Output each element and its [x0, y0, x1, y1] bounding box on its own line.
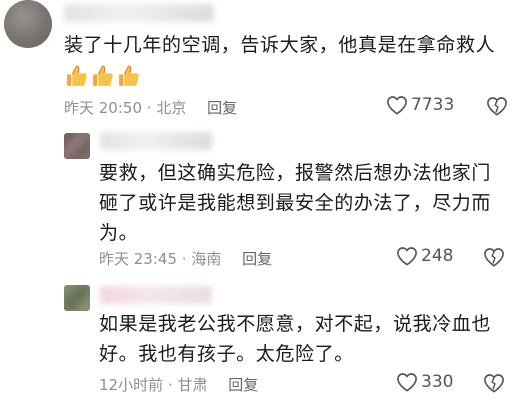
location: 甘肃 [177, 376, 208, 394]
like-count: 330 [421, 372, 454, 392]
like-button[interactable]: 330 [396, 372, 453, 392]
reply-button[interactable]: 回复 [228, 376, 258, 394]
thumbs-up-icon [67, 65, 87, 86]
comment-meta: 昨天 20:50 · 北京 回复 [64, 97, 237, 118]
comment-3: 如果是我老公我不愿意，对不起，说我冷血也好。我也有孩子。太危险了。 12小时前 … [0, 279, 526, 401]
timestamp: 昨天 23:45 [99, 250, 177, 268]
comment-meta: 12小时前 · 甘肃 回复 [99, 374, 258, 395]
meta-dot: · [181, 250, 187, 268]
comment-1: 装了十几年的空调，告诉大家，他真是在拿命救人 昨天 20:50 · 北京 回复 … [0, 0, 526, 125]
broken-heart-icon[interactable] [486, 96, 508, 116]
comment-text: 装了十几年的空调，告诉大家，他真是在拿命救人 [64, 30, 519, 60]
username-blurred[interactable] [100, 286, 212, 304]
reply-button[interactable]: 回复 [242, 250, 272, 268]
location: 海南 [191, 250, 222, 268]
heart-icon [387, 96, 407, 115]
avatar[interactable] [64, 133, 90, 159]
like-button[interactable]: 7733 [386, 95, 454, 115]
comment-text-content: 装了十几年的空调，告诉大家，他真是在拿命救人 [64, 34, 496, 56]
location: 北京 [156, 99, 187, 117]
comment-text-content: 如果是我老公我不愿意，对不起，说我冷血也好。我也有孩子。太危险了。 [99, 313, 492, 365]
like-button[interactable]: 248 [396, 246, 453, 266]
username-blurred[interactable] [100, 132, 212, 150]
timestamp: 昨天 20:50 [64, 99, 142, 117]
thumbs-up-icon [119, 65, 139, 86]
comment-text-content: 要救，但这确实危险，报警然后想办法他家门砸了或许是我能想到最安全的办法了，尽力而… [99, 162, 492, 244]
username-blurred[interactable] [64, 4, 214, 22]
comment-meta: 昨天 23:45 · 海南 回复 [99, 248, 272, 269]
avatar[interactable] [4, 0, 52, 48]
emoji-row [64, 64, 141, 89]
heart-icon [397, 373, 417, 392]
meta-dot: · [167, 376, 173, 394]
avatar[interactable] [64, 285, 90, 311]
comment-text: 如果是我老公我不愿意，对不起，说我冷血也好。我也有孩子。太危险了。 [99, 309, 509, 369]
broken-heart-icon[interactable] [483, 373, 505, 393]
like-count: 248 [421, 246, 454, 266]
thumbs-up-icon [93, 65, 113, 86]
timestamp: 12小时前 [99, 376, 164, 394]
like-count: 7733 [411, 95, 455, 115]
meta-dot: · [146, 99, 152, 117]
broken-heart-icon[interactable] [483, 247, 505, 267]
comment-2: 要救，但这确实危险，报警然后想办法他家门砸了或许是我能想到最安全的办法了，尽力而… [0, 128, 526, 268]
heart-icon [397, 247, 417, 266]
comment-thread: 装了十几年的空调，告诉大家，他真是在拿命救人 昨天 20:50 · 北京 回复 … [0, 0, 526, 401]
comment-text: 要救，但这确实危险，报警然后想办法他家门砸了或许是我能想到最安全的办法了，尽力而… [99, 158, 509, 248]
reply-button[interactable]: 回复 [207, 99, 237, 117]
